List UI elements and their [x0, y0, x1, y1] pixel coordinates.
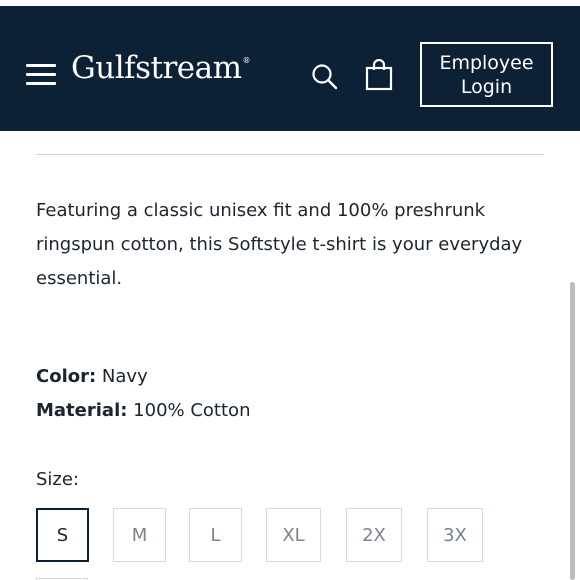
material-value: 100% Cotton — [133, 400, 251, 421]
size-label: Size: — [36, 469, 80, 490]
shopping-bag-icon-graphic — [365, 58, 393, 91]
shopping-bag-icon[interactable] — [364, 58, 394, 91]
search-icon-graphic — [312, 64, 338, 90]
size-option-s[interactable]: S — [36, 508, 89, 562]
product-material: Material: 100% Cotton — [36, 399, 250, 423]
size-option-m[interactable]: M — [113, 508, 166, 562]
search-icon[interactable] — [311, 63, 339, 91]
size-option-xl[interactable]: XL — [266, 508, 321, 562]
material-label: Material: — [36, 400, 128, 421]
hamburger-menu-icon[interactable] — [26, 62, 58, 88]
section-divider — [36, 154, 544, 155]
color-value: Navy — [101, 366, 148, 387]
size-option-2x[interactable]: 2X — [346, 508, 402, 562]
brand-name: Gulfstream — [71, 50, 242, 86]
size-option-l[interactable]: L — [189, 508, 242, 562]
menu-bar — [26, 73, 56, 76]
employee-login-button[interactable]: Employee Login — [420, 42, 553, 107]
product-description: Featuring a classic unisex fit and 100% … — [36, 200, 523, 289]
page: Gulfstream® Employee Login Featuring a c… — [0, 0, 580, 580]
site-header: Gulfstream® Employee Login — [0, 0, 580, 131]
scrollbar[interactable] — [570, 282, 575, 580]
menu-bar — [26, 82, 56, 85]
color-label: Color: — [36, 366, 97, 387]
brand-logo[interactable]: Gulfstream® — [71, 50, 251, 86]
product-color: Color: Navy — [36, 365, 148, 389]
size-option-3x[interactable]: 3X — [427, 508, 483, 562]
menu-bar — [26, 64, 56, 67]
registered-mark: ® — [242, 56, 251, 65]
